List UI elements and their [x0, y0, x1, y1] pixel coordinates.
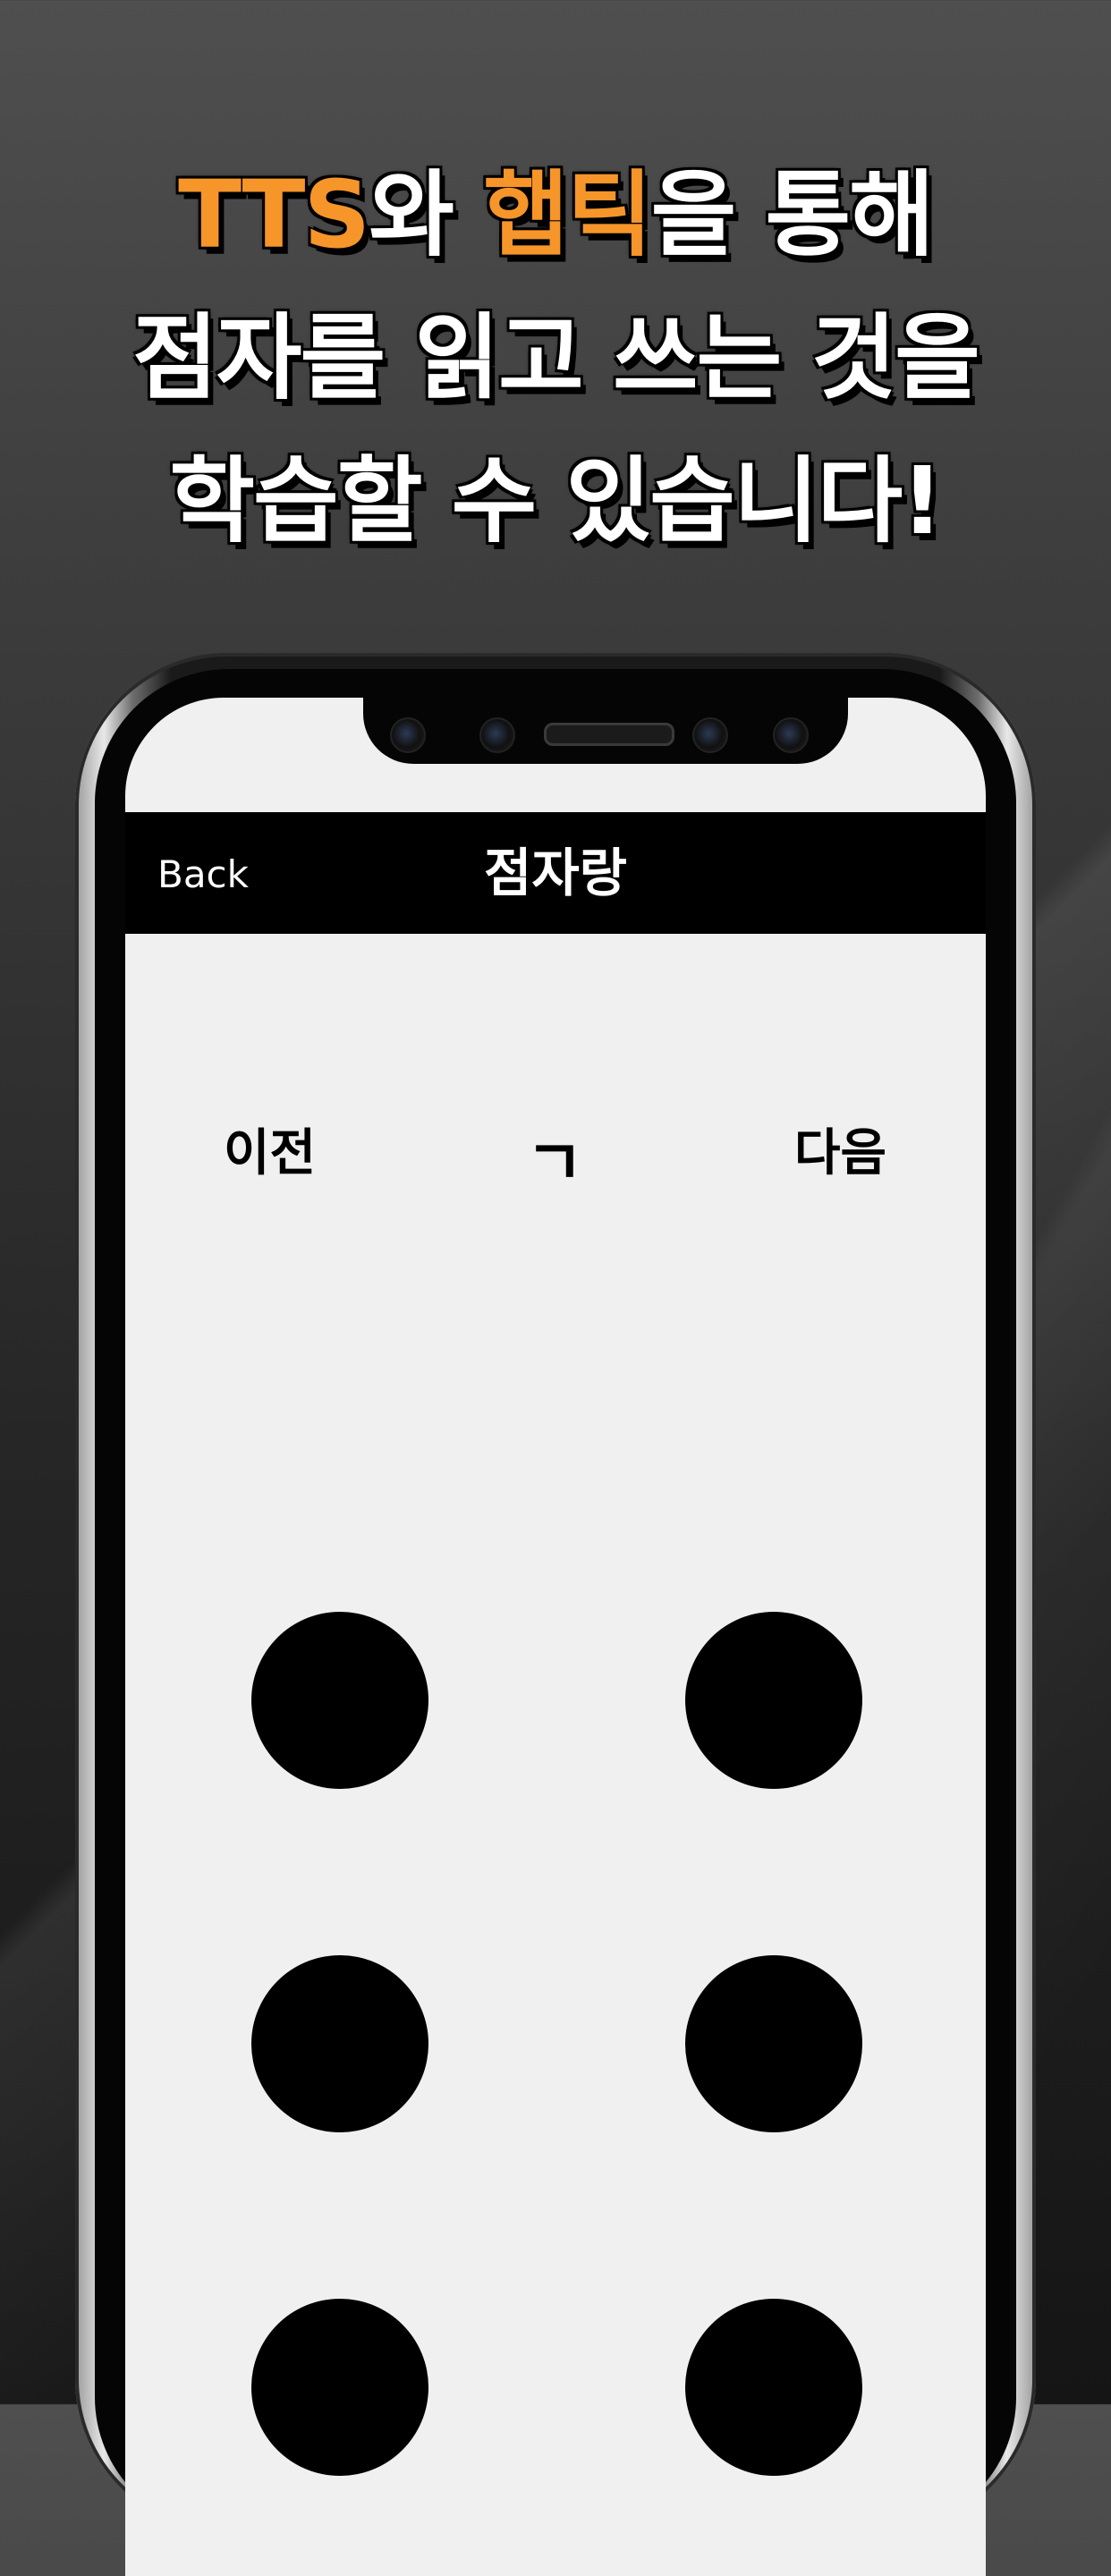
- braille-dot-1[interactable]: [251, 1612, 428, 1789]
- promo-headline: TTS와 햅틱을 통해 점자를 읽고 쓰는 것을 학습할 수 있습니다!: [0, 143, 1111, 572]
- front-camera-icon: [692, 717, 728, 753]
- braille-dot-3[interactable]: [251, 2299, 428, 2476]
- phone-screen: Back 점자랑 이전 ㄱ 다음: [125, 698, 986, 2576]
- earpiece-speaker: [544, 723, 674, 746]
- phone-frame: Back 점자랑 이전 ㄱ 다음: [75, 653, 1036, 2576]
- dot-projector-icon: [773, 717, 809, 753]
- braille-dot-6[interactable]: [685, 2299, 862, 2476]
- proximity-sensor-icon: [390, 717, 426, 753]
- braille-dot-2[interactable]: [251, 1955, 428, 2132]
- headline-tail: 을 통해: [650, 160, 935, 269]
- current-letter: ㄱ: [525, 1126, 584, 1199]
- headline-line-2: 점자를 읽고 쓰는 것을: [132, 303, 980, 412]
- next-button[interactable]: 다음: [794, 1125, 886, 1182]
- braille-dot-4[interactable]: [685, 1612, 862, 1789]
- headline-tts: TTS: [178, 160, 370, 269]
- braille-dot-5[interactable]: [685, 1955, 862, 2132]
- headline-line-1: TTS와 햅틱을 통해: [0, 143, 1111, 286]
- page-title: 점자랑: [483, 843, 628, 903]
- ambient-sensor-icon: [479, 717, 515, 753]
- previous-button[interactable]: 이전: [224, 1125, 316, 1182]
- headline-connector: 와: [369, 160, 484, 269]
- phone-notch: [363, 698, 848, 764]
- headline-haptic: 햅틱: [483, 160, 652, 269]
- navigation-bar: Back 점자랑: [125, 812, 986, 934]
- headline-line-3: 학습할 수 있습니다!: [169, 446, 943, 555]
